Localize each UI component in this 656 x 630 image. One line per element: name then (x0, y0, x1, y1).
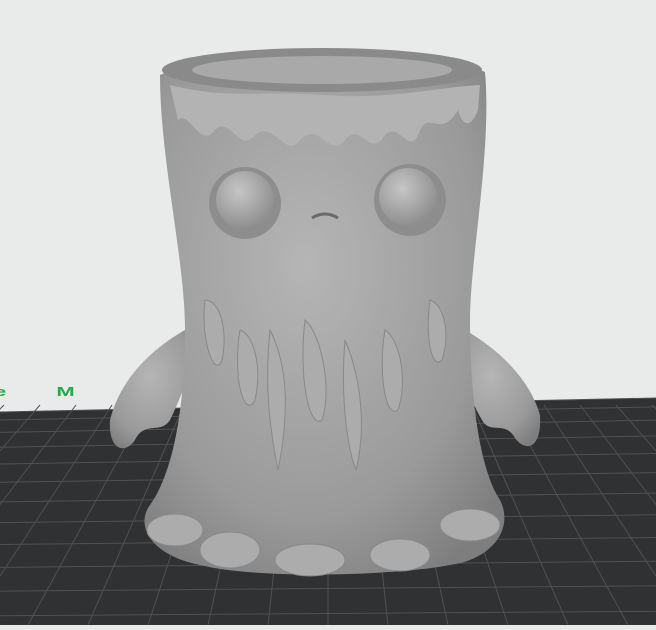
3d-viewport[interactable]: e M (0, 0, 656, 626)
model[interactable] (109, 48, 541, 577)
bed-logo-text: e M (0, 384, 97, 399)
scene (0, 48, 656, 626)
model-opening (192, 56, 452, 84)
